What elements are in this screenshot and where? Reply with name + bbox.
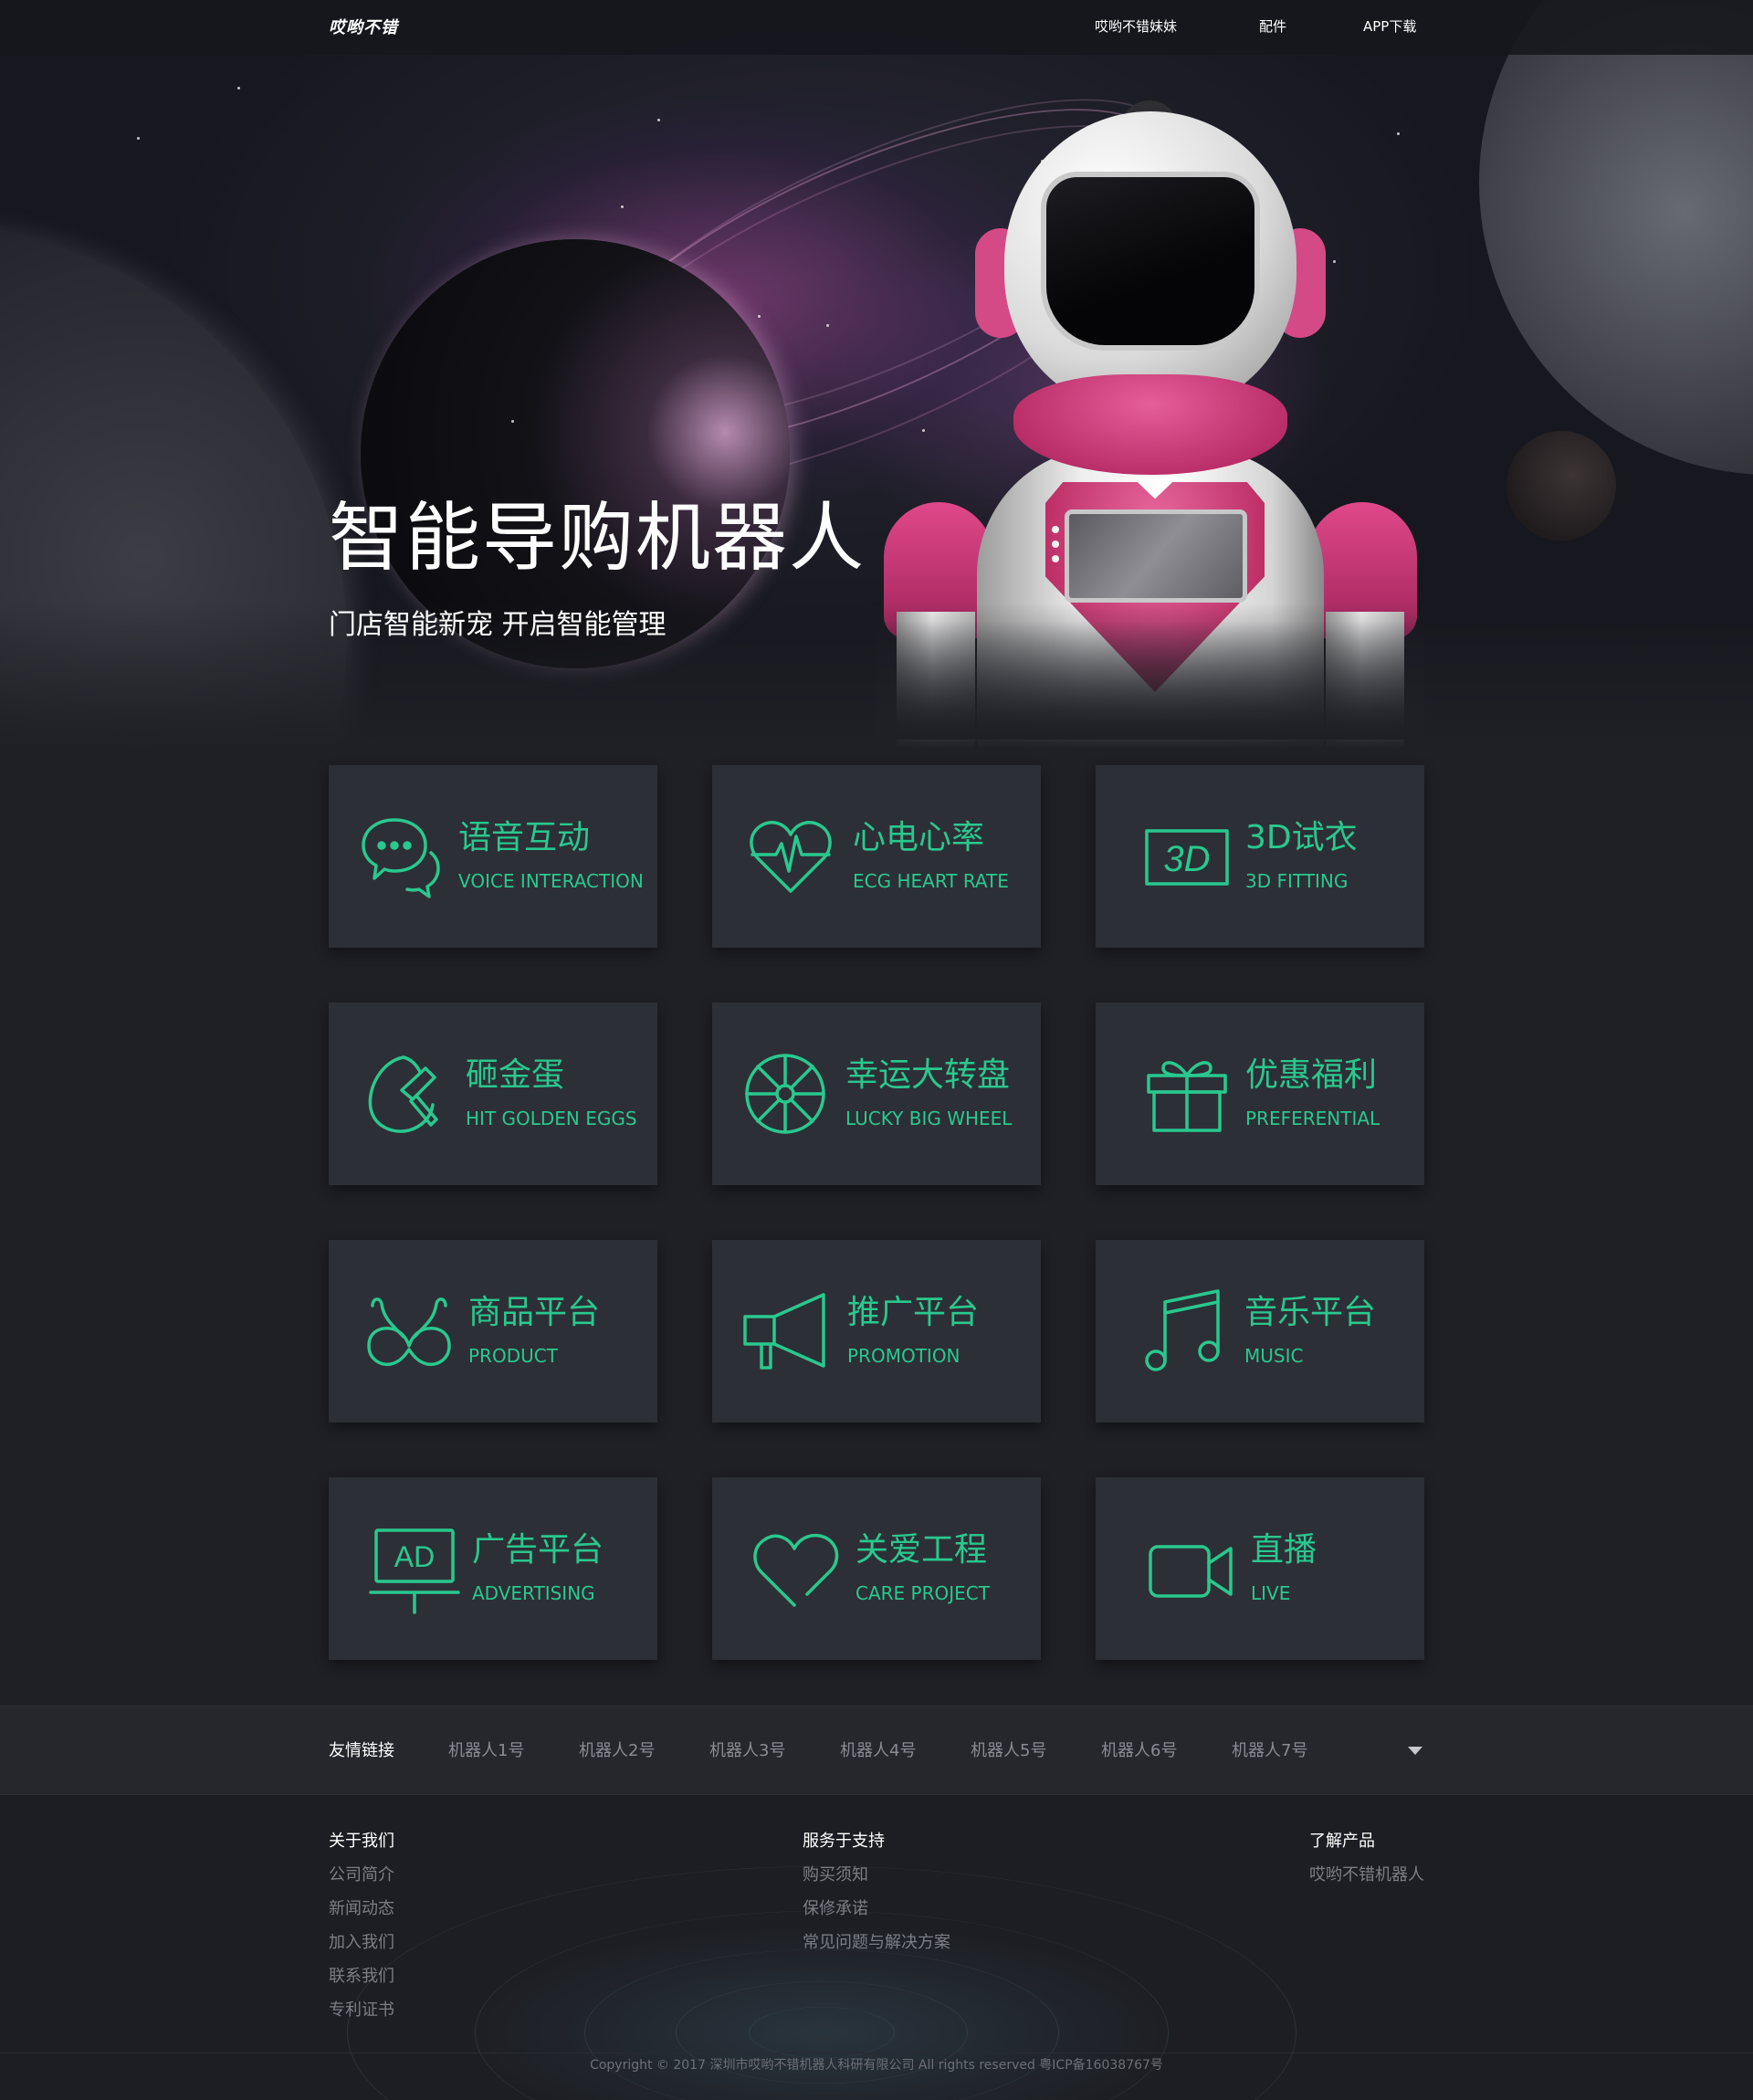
feature-title: 关爱工程 xyxy=(856,1531,988,1569)
footer-link[interactable]: 公司简介 xyxy=(329,1864,394,1887)
feature-card-care[interactable]: 关爱工程 CARE PROJECT xyxy=(712,1477,1041,1660)
gift-icon xyxy=(1141,1048,1233,1139)
footer-column-products: 了解产品 哎哟不错机器人 xyxy=(1309,1830,1424,1897)
feature-subtitle: LIVE xyxy=(1251,1582,1291,1604)
heart-pulse-icon xyxy=(745,811,836,902)
friend-link[interactable]: 机器人4号 xyxy=(840,1739,916,1763)
feature-title: 幸运大转盘 xyxy=(845,1056,1011,1094)
footer-column-about: 关于我们 公司简介 新闻动态 加入我们 联系我们 专利证书 xyxy=(329,1830,394,2032)
robot-collar xyxy=(1013,374,1287,475)
feature-card-music[interactable]: 音乐平台 MUSIC xyxy=(1096,1240,1424,1423)
feature-subtitle: HIT GOLDEN EGGS xyxy=(466,1108,637,1129)
copyright-text: Copyright © 2017 深圳市哎哟不错机器人科研有限公司 All ri… xyxy=(590,2058,1163,2073)
friend-link[interactable]: 机器人5号 xyxy=(971,1739,1046,1763)
feature-card-promotion[interactable]: 推广平台 PROMOTION xyxy=(712,1240,1041,1423)
nav-link-meimei[interactable]: 哎哟不错妹妹 xyxy=(1095,16,1177,37)
bra-icon xyxy=(363,1286,455,1377)
egg-hammer-icon xyxy=(362,1048,453,1139)
feature-title: 心电心率 xyxy=(853,819,985,856)
footer-link[interactable]: 哎哟不错机器人 xyxy=(1309,1864,1424,1887)
site-logo[interactable]: 哎哟不错 xyxy=(329,13,398,44)
feature-subtitle: LUCKY BIG WHEEL xyxy=(845,1108,1013,1129)
feature-card-lucky-wheel[interactable]: 幸运大转盘 LUCKY BIG WHEEL xyxy=(712,1003,1041,1185)
feature-card-advertising[interactable]: AD 广告平台 ADVERTISING xyxy=(329,1477,657,1660)
music-note-icon xyxy=(1139,1286,1231,1377)
feature-subtitle: VOICE INTERACTION xyxy=(458,870,644,892)
friend-link[interactable]: 机器人2号 xyxy=(579,1739,655,1763)
robot-arm-right xyxy=(1326,612,1404,749)
feature-title: 推广平台 xyxy=(847,1294,980,1331)
megaphone-icon xyxy=(741,1286,833,1377)
feature-subtitle: PREFERENTIAL xyxy=(1245,1108,1380,1129)
billboard-icon: AD xyxy=(369,1523,460,1614)
feature-title: 音乐平台 xyxy=(1244,1294,1377,1331)
feature-card-voice[interactable]: 语音互动 VOICE INTERACTION xyxy=(329,765,657,948)
robot-visor xyxy=(1041,172,1260,351)
wheel-icon xyxy=(740,1048,831,1139)
friend-link[interactable]: 机器人3号 xyxy=(709,1739,785,1763)
footer-link[interactable]: 联系我们 xyxy=(329,1965,394,1989)
feature-subtitle: CARE PROJECT xyxy=(856,1582,990,1604)
nav-link-accessories[interactable]: 配件 xyxy=(1259,16,1286,37)
footer-column-heading: 服务于支持 xyxy=(803,1832,885,1851)
feature-subtitle: ADVERTISING xyxy=(472,1582,595,1604)
footer-link[interactable]: 加入我们 xyxy=(329,1931,394,1955)
feature-card-golden-eggs[interactable]: 砸金蛋 HIT GOLDEN EGGS xyxy=(329,1003,657,1185)
friend-link[interactable]: 机器人1号 xyxy=(448,1739,524,1763)
footer-link[interactable]: 常见问题与解决方案 xyxy=(803,1931,950,1955)
3d-box-icon: 3D xyxy=(1143,811,1234,902)
robot-shoulder-right xyxy=(1307,502,1417,639)
chevron-down-icon[interactable] xyxy=(1408,1747,1422,1755)
feature-subtitle: ECG HEART RATE xyxy=(853,870,1009,892)
robot-image xyxy=(876,100,1424,749)
feature-card-product[interactable]: 商品平台 PRODUCT xyxy=(329,1240,657,1423)
footer-link[interactable]: 专利证书 xyxy=(329,1999,394,2022)
footer-link[interactable]: 保修承诺 xyxy=(803,1897,950,1921)
robot-screen xyxy=(1065,509,1247,603)
heart-outline-icon xyxy=(751,1523,842,1614)
friend-links-bar: 友情链接 机器人1号 机器人2号 机器人3号 机器人4号 机器人5号 机器人6号… xyxy=(0,1706,1753,1795)
feature-subtitle: 3D FITTING xyxy=(1245,870,1349,892)
video-camera-icon xyxy=(1147,1523,1238,1614)
nav-link-app-download[interactable]: APP下载 xyxy=(1363,16,1416,37)
feature-subtitle: PRODUCT xyxy=(468,1345,558,1367)
feature-title: 语音互动 xyxy=(458,819,591,856)
friend-links-label: 友情链接 xyxy=(329,1741,394,1760)
feature-title: 商品平台 xyxy=(468,1294,601,1331)
footer-column-heading: 了解产品 xyxy=(1309,1832,1375,1851)
3d-box-icon-text: 3D xyxy=(1163,839,1210,879)
speech-bubbles-icon xyxy=(354,811,446,902)
feature-subtitle: PROMOTION xyxy=(847,1345,960,1367)
footer-column-service: 服务于支持 购买须知 保修承诺 常见问题与解决方案 xyxy=(803,1830,950,1965)
feature-card-ecg[interactable]: 心电心率 ECG HEART RATE xyxy=(712,765,1041,948)
feature-title: 广告平台 xyxy=(472,1531,604,1569)
feature-card-preferential[interactable]: 优惠福利 PREFERENTIAL xyxy=(1096,1003,1424,1185)
friend-link[interactable]: 机器人6号 xyxy=(1101,1739,1177,1763)
feature-title: 砸金蛋 xyxy=(466,1056,565,1094)
robot-arm-left xyxy=(897,612,975,749)
hero-subtitle: 门店智能新宠 开启智能管理 xyxy=(329,609,667,641)
site-footer: 关于我们 公司简介 新闻动态 加入我们 联系我们 专利证书 服务于支持 购买须知… xyxy=(0,1795,1753,2100)
billboard-icon-text: AD xyxy=(394,1540,435,1573)
hero-banner xyxy=(0,0,1753,749)
feature-title: 优惠福利 xyxy=(1245,1056,1378,1094)
footer-link[interactable]: 购买须知 xyxy=(803,1864,950,1887)
robot-indicator-lights xyxy=(1052,526,1059,570)
feature-title: 直播 xyxy=(1251,1531,1317,1569)
footer-link[interactable]: 新闻动态 xyxy=(329,1897,394,1921)
top-navbar: 哎哟不错 哎哟不错妹妹 配件 APP下载 xyxy=(0,0,1753,55)
feature-subtitle: MUSIC xyxy=(1244,1345,1304,1367)
feature-title: 3D试衣 xyxy=(1245,819,1358,856)
feature-card-live[interactable]: 直播 LIVE xyxy=(1096,1477,1424,1660)
feature-grid: 语音互动 VOICE INTERACTION 心电心率 ECG HEART RA… xyxy=(329,765,1424,1662)
hero-title: 智能导购机器人 xyxy=(329,495,866,582)
friend-link[interactable]: 机器人7号 xyxy=(1232,1739,1307,1763)
footer-column-heading: 关于我们 xyxy=(329,1832,394,1851)
feature-card-3d-fitting[interactable]: 3D 3D试衣 3D FITTING xyxy=(1096,765,1424,948)
